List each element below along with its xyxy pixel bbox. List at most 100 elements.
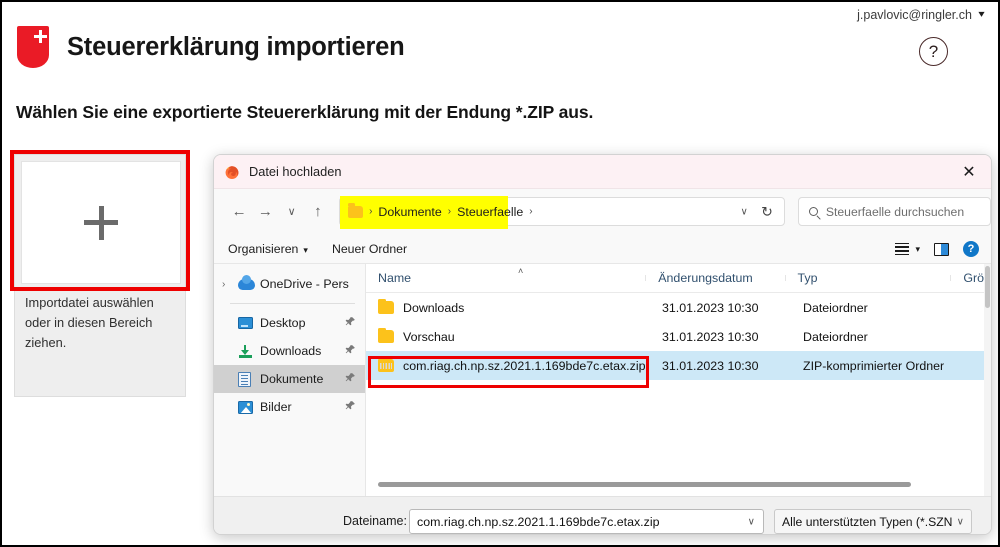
column-header-type[interactable]: Typ	[786, 271, 952, 285]
dropzone-caption: Importdatei auswählen oder in diesen Ber…	[25, 295, 154, 350]
file-type-filter-select[interactable]: Alle unterstützten Typen (*.SZN ∨	[774, 509, 972, 534]
dialog-titlebar: Datei hochladen ✕	[214, 155, 991, 189]
file-type: Dateiordner	[803, 300, 868, 315]
shield-cross-horizontal	[33, 35, 47, 39]
sidebar-divider	[230, 303, 355, 304]
organize-label: Organisieren	[228, 241, 299, 256]
view-options-icon[interactable]	[895, 240, 910, 257]
table-row-selected[interactable]: com.riag.ch.np.sz.2021.1.169bde7c.etax.z…	[366, 351, 991, 380]
sidebar-item-label: Bilder	[260, 400, 292, 414]
column-header-label: Typ	[797, 271, 818, 285]
file-type: ZIP-komprimierter Ordner	[803, 358, 945, 373]
sidebar-item-desktop[interactable]: Desktop	[214, 309, 365, 337]
file-name: Downloads	[403, 300, 465, 315]
sort-ascending-icon: ˄	[518, 266, 524, 276]
account-menu[interactable]: j.pavlovic@ringler.ch ▾	[857, 8, 984, 22]
column-header-label: Änderungsdatum	[658, 271, 753, 285]
up-icon[interactable]: ↑	[305, 198, 331, 226]
file-name: com.riag.ch.np.sz.2021.1.169bde7c.etax.z…	[403, 358, 646, 373]
canton-shield-icon	[17, 26, 49, 68]
dialog-footer: Dateiname: com.riag.ch.np.sz.2021.1.169b…	[214, 496, 991, 534]
help-icon: ?	[928, 41, 939, 61]
horizontal-scrollbar[interactable]	[366, 478, 991, 490]
column-header-label: Grö	[963, 271, 985, 285]
dialog-navbar: ← → ∨ ↑ › Dokumente › Steuerfaelle › ∨ ↻	[214, 189, 991, 234]
chevron-right-icon[interactable]: ›	[222, 279, 238, 290]
file-list: Name Änderungsdatum Typ Grö ˄ Downloads …	[366, 264, 991, 496]
file-modified: 31.01.2023 10:30	[662, 329, 759, 344]
sidebar-item-dokumente[interactable]: Dokumente	[214, 365, 365, 393]
file-type: Dateiordner	[803, 329, 868, 344]
chevron-down-icon: ▾	[303, 244, 308, 255]
account-email: j.pavlovic@ringler.ch	[857, 8, 972, 22]
dialog-help-icon[interactable]: ?	[963, 241, 979, 257]
pin-icon[interactable]	[345, 344, 356, 358]
file-modified: 31.01.2023 10:30	[662, 300, 759, 315]
breadcrumb-separator: ›	[447, 206, 452, 217]
column-headers: Name Änderungsdatum Typ Grö ˄	[366, 264, 991, 293]
file-modified: 31.01.2023 10:30	[662, 358, 759, 373]
sidebar-item-onedrive[interactable]: › OneDrive - Pers	[214, 270, 365, 298]
breadcrumb[interactable]: › Dokumente › Steuerfaelle › ∨ ↻	[339, 196, 785, 229]
page-title: Steuererklärung importieren	[67, 32, 405, 61]
desktop-icon	[238, 317, 260, 329]
help-button[interactable]: ?	[919, 37, 948, 66]
table-row[interactable]: Vorschau 31.01.2023 10:30 Dateiordner	[366, 322, 991, 351]
scrollbar-thumb[interactable]	[378, 482, 911, 487]
zip-archive-icon	[378, 359, 394, 372]
search-placeholder: Steuerfaelle durchsuchen	[825, 204, 965, 219]
page-subtitle: Wählen Sie eine exportierte Steuererklär…	[16, 102, 594, 122]
chevron-down-icon: ▾	[978, 9, 985, 20]
sidebar-item-label: Desktop	[260, 316, 306, 330]
close-icon[interactable]: ✕	[947, 155, 991, 189]
forward-icon[interactable]: →	[252, 198, 278, 226]
filter-value: Alle unterstützten Typen (*.SZN	[782, 514, 953, 529]
chevron-down-icon[interactable]: ∨	[957, 516, 964, 527]
sidebar-item-label: Dokumente	[260, 372, 324, 386]
filename-label: Dateiname:	[343, 514, 407, 528]
dialog-toolbar: Organisieren ▾ Neuer Ordner ▾ ?	[214, 234, 991, 264]
search-icon	[808, 207, 818, 216]
firefox-icon	[224, 164, 240, 180]
breadcrumb-item-dokumente[interactable]: Dokumente	[378, 205, 441, 219]
breadcrumb-item-steuerfaelle[interactable]: Steuerfaelle	[457, 205, 523, 219]
column-header-modified[interactable]: Änderungsdatum	[646, 271, 786, 285]
cloud-icon	[238, 274, 260, 290]
import-dropzone[interactable]: Importdatei auswählen oder in diesen Ber…	[14, 154, 186, 397]
pin-icon[interactable]	[345, 400, 356, 414]
plus-icon	[84, 205, 118, 240]
organize-button[interactable]: Organisieren ▾	[228, 242, 308, 256]
vertical-scrollbar[interactable]	[984, 264, 991, 496]
folder-icon	[378, 298, 394, 314]
view-chevron-down-icon[interactable]: ▾	[915, 244, 920, 255]
chevron-down-icon[interactable]: ∨	[748, 516, 755, 527]
app-root: j.pavlovic@ringler.ch ▾ ? Steuererklärun…	[2, 2, 998, 545]
folder-icon	[348, 203, 364, 218]
column-header-label: Name	[378, 271, 412, 285]
download-icon	[238, 344, 260, 358]
scrollbar-thumb[interactable]	[985, 266, 990, 308]
toolbar-right-group: ▾ ?	[895, 234, 979, 264]
recent-locations-icon[interactable]: ∨	[279, 198, 305, 226]
sidebar-item-label: Downloads	[260, 344, 322, 358]
sidebar-item-label: OneDrive - Pers	[260, 277, 349, 291]
preview-pane-icon[interactable]	[934, 242, 949, 256]
dialog-title: Datei hochladen	[249, 164, 342, 179]
breadcrumb-separator-trailing: ›	[529, 206, 533, 217]
new-folder-button[interactable]: Neuer Ordner	[332, 242, 407, 256]
refresh-icon[interactable]: ↻	[761, 203, 773, 220]
back-icon[interactable]: ←	[226, 198, 252, 226]
documents-icon	[238, 371, 260, 387]
search-input[interactable]: Steuerfaelle durchsuchen	[797, 197, 991, 226]
dropzone-click-target[interactable]	[21, 161, 181, 284]
pin-icon[interactable]	[345, 372, 356, 386]
table-row[interactable]: Downloads 31.01.2023 10:30 Dateiordner	[366, 293, 991, 322]
filename-input[interactable]: com.riag.ch.np.sz.2021.1.169bde7c.etax.z…	[409, 509, 764, 534]
breadcrumb-separator: ›	[369, 206, 373, 217]
sidebar-item-bilder[interactable]: Bilder	[214, 393, 365, 421]
pin-icon[interactable]	[345, 316, 356, 330]
breadcrumb-dropdown-icon[interactable]: ∨	[741, 206, 748, 217]
navigation-pane: › OneDrive - Pers Desktop Downloads Doku…	[214, 264, 366, 496]
column-header-name[interactable]: Name	[366, 271, 647, 285]
sidebar-item-downloads[interactable]: Downloads	[214, 337, 365, 365]
